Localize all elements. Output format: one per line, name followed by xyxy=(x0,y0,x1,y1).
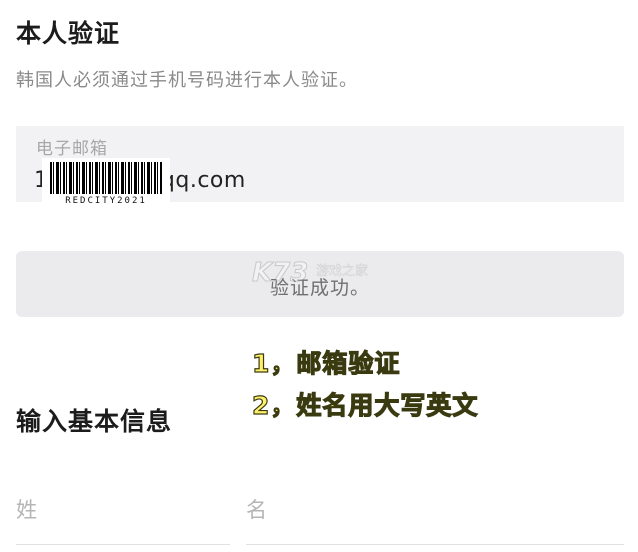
email-field[interactable]: 电子邮箱 1 @qq.com REDCITY2021 xyxy=(16,126,624,210)
basic-info-title: 输入基本信息 xyxy=(16,407,173,436)
watermark: K73 游戏之家 xyxy=(251,258,392,298)
verification-subtitle: 韩国人必须通过手机号码进行本人验证。 xyxy=(16,70,358,91)
watermark-text: 游戏之家 xyxy=(316,264,369,279)
last-name-placeholder: 姓 xyxy=(16,498,37,522)
page-title: 本人验证 xyxy=(16,19,121,48)
barcode-redaction: REDCITY2021 xyxy=(42,158,170,210)
email-label: 电子邮箱 xyxy=(36,139,108,159)
barcode-text: REDCITY2021 xyxy=(65,196,147,206)
annotation-step-2: 2，姓名用大写英文 xyxy=(251,390,479,420)
barcode-bars xyxy=(50,162,162,194)
last-name-field[interactable]: 姓 xyxy=(16,474,230,545)
watermark-logo: K73 xyxy=(251,258,309,289)
first-name-placeholder: 名 xyxy=(246,498,267,522)
annotation-step-1: 1，邮箱验证 xyxy=(251,348,401,378)
first-name-field[interactable]: 名 xyxy=(246,474,624,545)
